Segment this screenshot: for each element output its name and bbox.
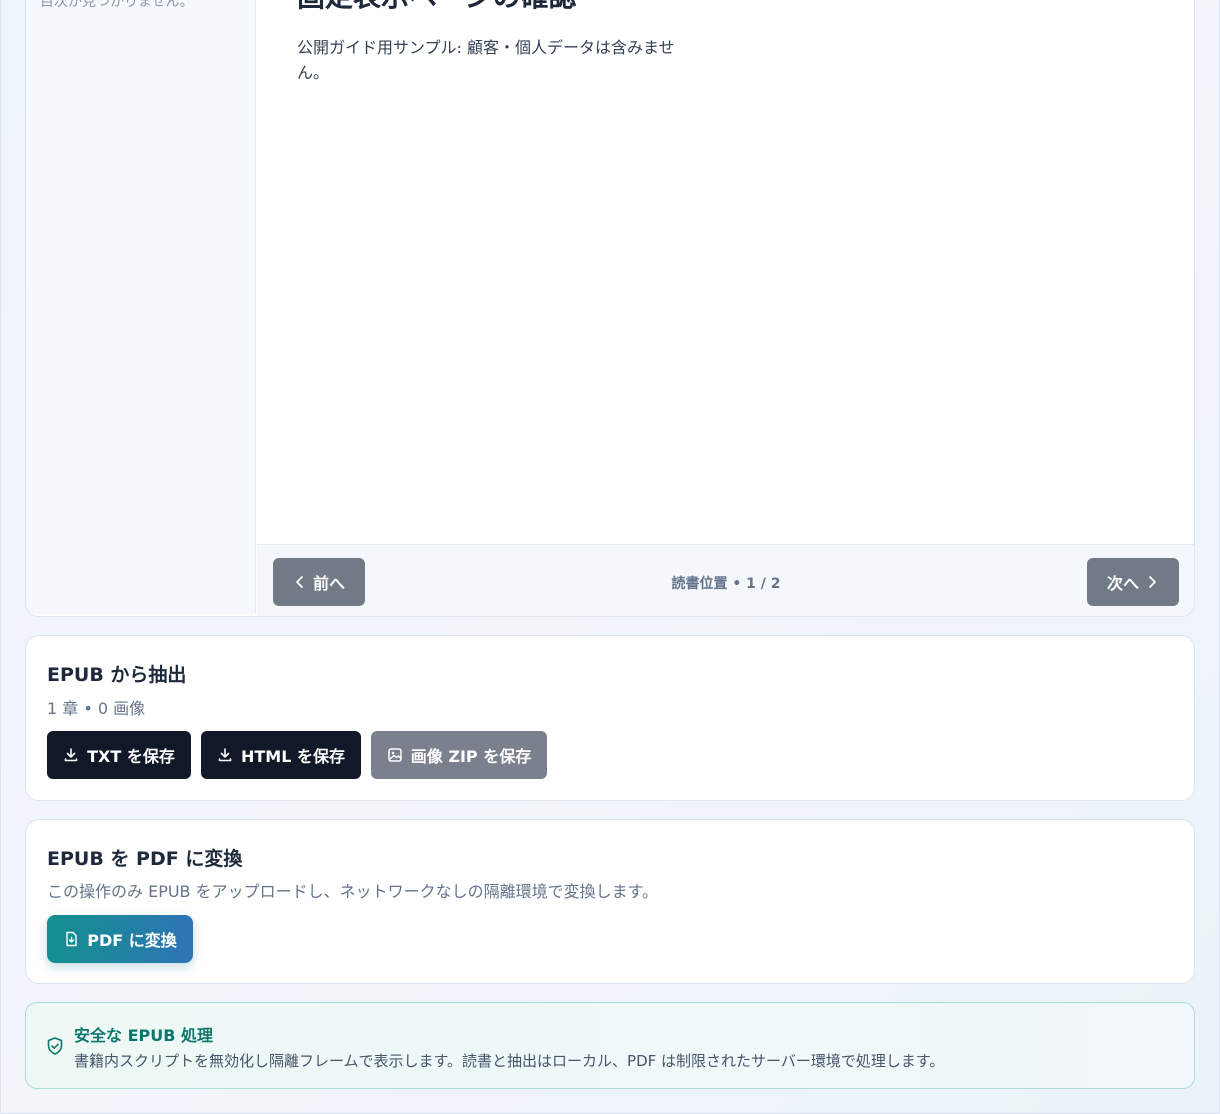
- save-html-label: HTML を保存: [241, 747, 345, 766]
- security-notice: 安全な EPUB 処理 書籍内スクリプトを無効化し隔離フレームで表示します。読書…: [25, 1002, 1195, 1089]
- toc-sidebar: 目次が見つかりません。: [26, 0, 256, 614]
- file-download-icon: [66, 931, 77, 947]
- reader-footer: 前へ 読書位置 • 1 / 2 次へ: [257, 544, 1194, 616]
- notice-text: 書籍内スクリプトを無効化し隔離フレームで表示します。読書と抽出はローカル、PDF…: [74, 1052, 945, 1070]
- save-txt-button[interactable]: TXT を保存: [47, 731, 191, 779]
- next-page-label: 次へ: [1106, 574, 1139, 593]
- reading-position: 読書位置 • 1 / 2: [671, 576, 781, 592]
- download-icon: [218, 748, 232, 762]
- save-image-zip-label: 画像 ZIP を保存: [410, 747, 532, 766]
- convert-panel: EPUB を PDF に変換 この操作のみ EPUB をアップロードし、ネットワ…: [25, 819, 1195, 984]
- extract-summary: 1 章 • 0 画像: [47, 699, 146, 718]
- reader-card: 目次が見つかりません。 固定表示ページの確認 公開ガイド用サンプル: 顧客・個人…: [25, 0, 1195, 617]
- download-icon: [64, 748, 78, 762]
- chevron-right-icon: [1149, 576, 1156, 588]
- convert-title: EPUB を PDF に変換: [47, 848, 243, 870]
- save-txt-label: TXT を保存: [87, 747, 175, 766]
- convert-pdf-button[interactable]: PDF に変換: [47, 915, 193, 963]
- notice-title: 安全な EPUB 処理: [74, 1026, 213, 1045]
- toc-empty-message: 目次が見つかりません。: [40, 0, 194, 10]
- convert-description: この操作のみ EPUB をアップロードし、ネットワークなしの隔離環境で変換します…: [47, 882, 659, 901]
- next-page-button[interactable]: 次へ: [1087, 558, 1179, 606]
- reader-page: 固定表示ページの確認 公開ガイド用サンプル: 顧客・個人データは含みません。: [257, 0, 1194, 544]
- image-icon: [388, 748, 402, 762]
- convert-pdf-label: PDF に変換: [87, 931, 177, 950]
- extract-panel: EPUB から抽出 1 章 • 0 画像 TXT を保存 HTML を保存 画像…: [25, 635, 1195, 801]
- save-html-button[interactable]: HTML を保存: [201, 731, 361, 779]
- chapter-body: 公開ガイド用サンプル: 顧客・個人データは含みません。: [297, 38, 675, 82]
- shield-check-icon: [47, 1037, 63, 1055]
- save-image-zip-button[interactable]: 画像 ZIP を保存: [371, 731, 547, 779]
- extract-title: EPUB から抽出: [47, 664, 187, 686]
- chapter-title: 固定表示ページの確認: [297, 0, 576, 15]
